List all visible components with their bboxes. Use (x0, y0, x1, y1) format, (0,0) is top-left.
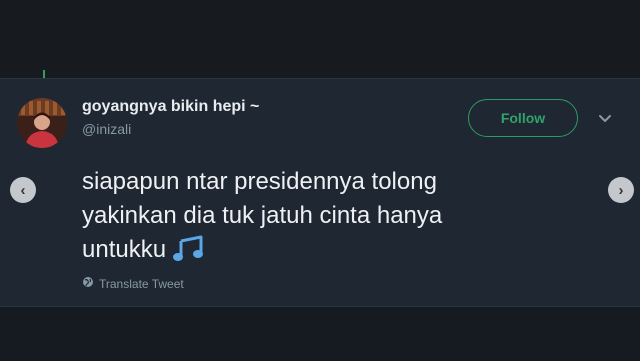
bottom-dark-area (0, 306, 640, 361)
music-notes-icon (172, 235, 206, 273)
chevron-right-icon[interactable]: › (608, 177, 634, 203)
top-dark-area (0, 0, 640, 78)
chevron-down-icon[interactable] (597, 112, 613, 124)
tweet-text-line: untukku (82, 233, 552, 273)
tweet-text-line: yakinkan dia tuk jatuh cinta hanya (82, 202, 443, 229)
chevron-left-icon[interactable]: ‹ (10, 177, 36, 203)
translate-label: Translate Tweet (99, 276, 184, 291)
tweet-card: goyangnya bikin hepi ~ @inizali Follow s… (0, 78, 640, 307)
avatar[interactable] (17, 98, 67, 148)
tweet-text-line-last: untukku (82, 236, 167, 263)
globe-icon (82, 276, 94, 291)
follow-button[interactable]: Follow (468, 99, 578, 137)
user-handle[interactable]: @inizali (82, 121, 131, 137)
tweet-text: siapapun ntar presidennya tolong yakinka… (82, 165, 552, 273)
translate-tweet-link[interactable]: Translate Tweet (82, 276, 184, 291)
display-name[interactable]: goyangnya bikin hepi ~ (82, 98, 259, 116)
tweet-text-line: siapapun ntar presidennya tolong (82, 168, 437, 195)
top-accent-mark (43, 70, 45, 78)
